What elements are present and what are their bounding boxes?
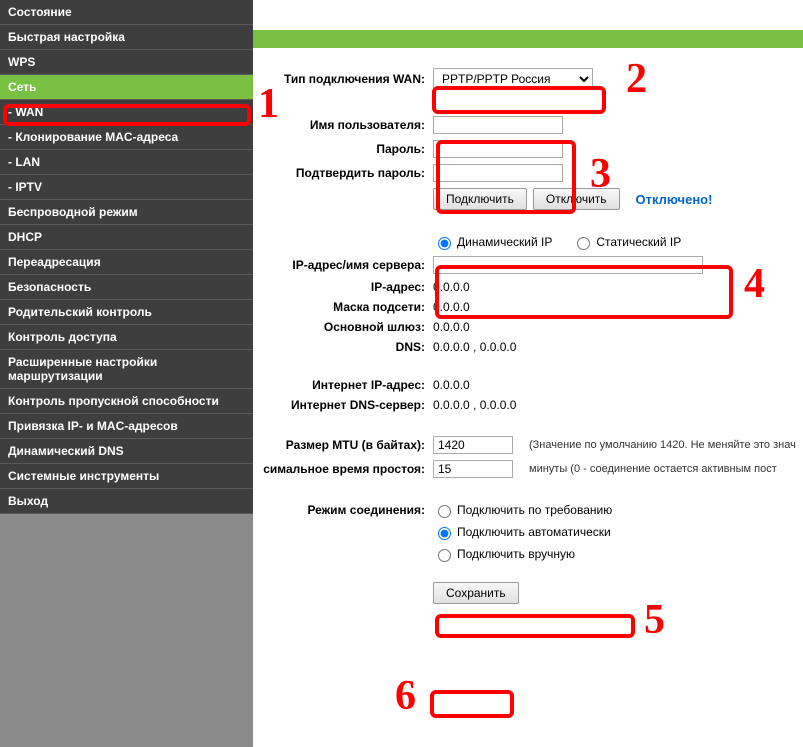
sidebar-item-17[interactable]: Динамический DNS [0, 439, 253, 464]
sidebar-item-8[interactable]: Беспроводной режим [0, 200, 253, 225]
connect-button[interactable]: Подключить [433, 188, 527, 210]
radio-auto[interactable]: Подключить автоматически [433, 524, 611, 540]
mtu-input[interactable] [433, 436, 513, 454]
value-dns: 0.0.0.0 , 0.0.0.0 [433, 340, 516, 354]
sidebar-item-15[interactable]: Контроль пропускной способности [0, 389, 253, 414]
disconnect-button[interactable]: Отключить [533, 188, 620, 210]
radio-static-ip[interactable]: Статический IP [572, 234, 681, 250]
value-mask: 0.0.0.0 [433, 300, 470, 314]
confirm-password-input[interactable] [433, 164, 563, 182]
connection-status: Отключено! [636, 192, 713, 207]
value-ip: 0.0.0.0 [433, 280, 470, 294]
sidebar-item-13[interactable]: Контроль доступа [0, 325, 253, 350]
label-conn-mode: Режим соединения: [253, 503, 433, 517]
sidebar-item-1[interactable]: Быстрая настройка [0, 25, 253, 50]
sidebar-item-0[interactable]: Состояние [0, 0, 253, 25]
title-bar [253, 30, 803, 48]
value-inet-ip: 0.0.0.0 [433, 378, 470, 392]
label-inet-dns: Интернет DNS-сервер: [253, 398, 433, 412]
radio-dynamic-ip[interactable]: Динамический IP [433, 234, 552, 250]
label-wan-type: Тип подключения WAN: [253, 72, 433, 86]
sidebar-item-19[interactable]: Выход [0, 489, 253, 514]
label-dns: DNS: [253, 340, 433, 354]
sidebar: СостояниеБыстрая настройкаWPSСеть- WAN- … [0, 0, 253, 747]
username-input[interactable] [433, 116, 563, 134]
password-input[interactable] [433, 140, 563, 158]
save-button[interactable]: Сохранить [433, 582, 519, 604]
sidebar-item-11[interactable]: Безопасность [0, 275, 253, 300]
wan-type-select[interactable]: PPTP/PPTP Россия [433, 68, 593, 90]
label-confirm-password: Подтвердить пароль: [253, 166, 433, 180]
sidebar-item-14[interactable]: Расширенные настройки маршрутизации [0, 350, 253, 389]
sidebar-item-2[interactable]: WPS [0, 50, 253, 75]
sidebar-item-5[interactable]: - Клонирование MAC-адреса [0, 125, 253, 150]
idle-input[interactable] [433, 460, 513, 478]
radio-manual[interactable]: Подключить вручную [433, 546, 575, 562]
value-gateway: 0.0.0.0 [433, 320, 470, 334]
radio-on-demand[interactable]: Подключить по требованию [433, 502, 612, 518]
label-gateway: Основной шлюз: [253, 320, 433, 334]
label-mtu: Размер MTU (в байтах): [253, 438, 433, 452]
value-inet-dns: 0.0.0.0 , 0.0.0.0 [433, 398, 516, 412]
sidebar-item-4[interactable]: - WAN [0, 100, 253, 125]
label-inet-ip: Интернет IP-адрес: [253, 378, 433, 392]
sidebar-item-9[interactable]: DHCP [0, 225, 253, 250]
label-idle: симальное время простоя: [253, 462, 433, 476]
sidebar-item-7[interactable]: - IPTV [0, 175, 253, 200]
label-mask: Маска подсети: [253, 300, 433, 314]
label-username: Имя пользователя: [253, 118, 433, 132]
wan-form: Тип подключения WAN: PPTP/PPTP Россия Им… [253, 48, 803, 604]
label-password: Пароль: [253, 142, 433, 156]
main-panel: Тип подключения WAN: PPTP/PPTP Россия Им… [253, 0, 803, 747]
note-idle: минуты (0 - соединение остается активным… [529, 463, 777, 475]
sidebar-item-16[interactable]: Привязка IP- и MAC-адресов [0, 414, 253, 439]
sidebar-item-3[interactable]: Сеть [0, 75, 253, 100]
note-mtu: (Значение по умолчанию 1420. Не меняйте … [529, 439, 796, 451]
ip-mode-group: Динамический IP Статический IP [433, 234, 713, 250]
sidebar-item-6[interactable]: - LAN [0, 150, 253, 175]
sidebar-item-12[interactable]: Родительский контроль [0, 300, 253, 325]
label-ip: IP-адрес: [253, 280, 433, 294]
label-server: IP-адрес/имя сервера: [253, 258, 433, 272]
sidebar-item-10[interactable]: Переадресация [0, 250, 253, 275]
sidebar-item-18[interactable]: Системные инструменты [0, 464, 253, 489]
server-input[interactable] [433, 256, 703, 274]
